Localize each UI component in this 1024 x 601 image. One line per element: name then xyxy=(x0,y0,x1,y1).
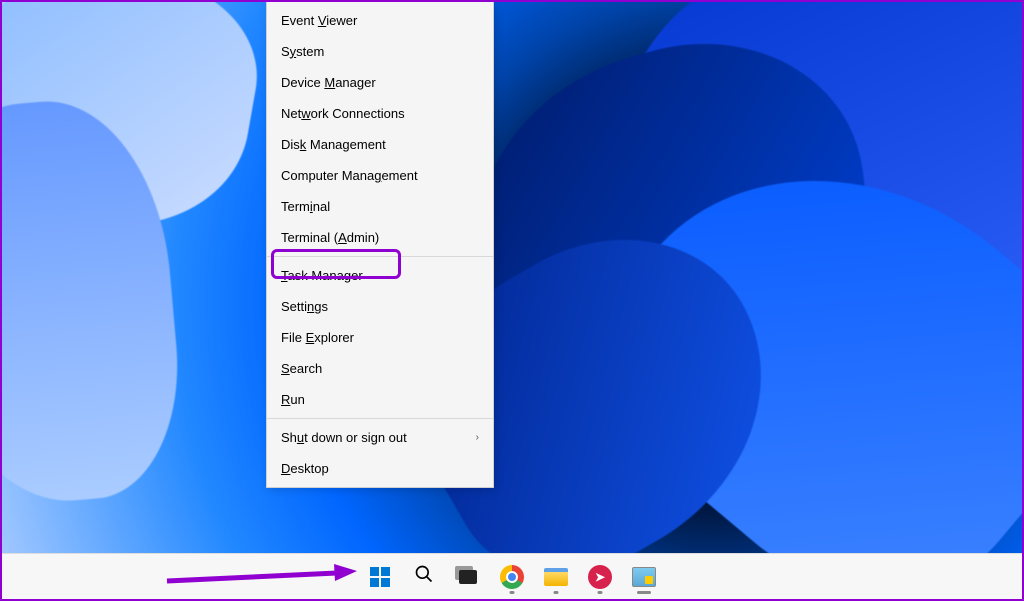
search-button[interactable] xyxy=(405,558,443,596)
red-app-icon: ➤ xyxy=(588,565,612,589)
menu-item-label: Network Connections xyxy=(281,106,405,121)
menu-item-desktop[interactable]: Desktop xyxy=(267,453,493,484)
menu-item-label: Shut down or sign out xyxy=(281,430,407,445)
red-app-button[interactable]: ➤ xyxy=(581,558,619,596)
menu-item-label: Run xyxy=(281,392,305,407)
search-icon xyxy=(414,564,434,589)
menu-item-task-manager[interactable]: Task Manager xyxy=(267,260,493,291)
desktop-background: Event Viewer System Device Manager Network … xyxy=(2,2,1022,599)
menu-item-label: Settings xyxy=(281,299,328,314)
menu-item-label: Device Manager xyxy=(281,75,376,90)
taskview-button[interactable] xyxy=(449,558,487,596)
menu-item-search[interactable]: Search xyxy=(267,353,493,384)
menu-item-event-viewer[interactable]: Event Viewer xyxy=(267,5,493,36)
menu-item-label: Desktop xyxy=(281,461,329,476)
chrome-icon xyxy=(500,565,524,589)
menu-item-label: Disk Management xyxy=(281,137,386,152)
file-explorer-button[interactable] xyxy=(537,558,575,596)
menu-item-label: Search xyxy=(281,361,322,376)
running-indicator xyxy=(598,591,603,594)
menu-item-shut-down-or-sign-out[interactable]: Shut down or sign out › xyxy=(267,422,493,453)
control-panel-button[interactable] xyxy=(625,558,663,596)
menu-separator xyxy=(267,256,493,257)
running-indicator xyxy=(554,591,559,594)
menu-item-label: Terminal xyxy=(281,199,330,214)
start-button[interactable] xyxy=(361,558,399,596)
menu-item-label: Terminal (Admin) xyxy=(281,230,379,245)
control-panel-icon xyxy=(632,567,656,587)
menu-item-label: Event Viewer xyxy=(281,13,357,28)
menu-item-file-explorer[interactable]: File Explorer xyxy=(267,322,493,353)
running-indicator xyxy=(510,591,515,594)
menu-item-system[interactable]: System xyxy=(267,36,493,67)
menu-separator xyxy=(267,418,493,419)
folder-icon xyxy=(544,568,568,586)
taskview-icon xyxy=(459,570,477,584)
menu-item-disk-management[interactable]: Disk Management xyxy=(267,129,493,160)
menu-item-label: Task Manager xyxy=(281,268,363,283)
menu-item-label: Computer Management xyxy=(281,168,418,183)
menu-item-network-connections[interactable]: Network Connections xyxy=(267,98,493,129)
running-indicator xyxy=(637,591,651,594)
menu-item-terminal[interactable]: Terminal xyxy=(267,191,493,222)
menu-item-terminal-admin[interactable]: Terminal (Admin) xyxy=(267,222,493,253)
menu-item-label: File Explorer xyxy=(281,330,354,345)
menu-item-settings[interactable]: Settings xyxy=(267,291,493,322)
menu-item-run[interactable]: Run xyxy=(267,384,493,415)
menu-item-label: System xyxy=(281,44,324,59)
taskbar: ➤ xyxy=(2,553,1022,599)
menu-item-computer-management[interactable]: Computer Management xyxy=(267,160,493,191)
chevron-right-icon: › xyxy=(476,432,479,443)
chrome-button[interactable] xyxy=(493,558,531,596)
winx-power-menu: Event Viewer System Device Manager Network … xyxy=(266,2,494,488)
menu-item-device-manager[interactable]: Device Manager xyxy=(267,67,493,98)
